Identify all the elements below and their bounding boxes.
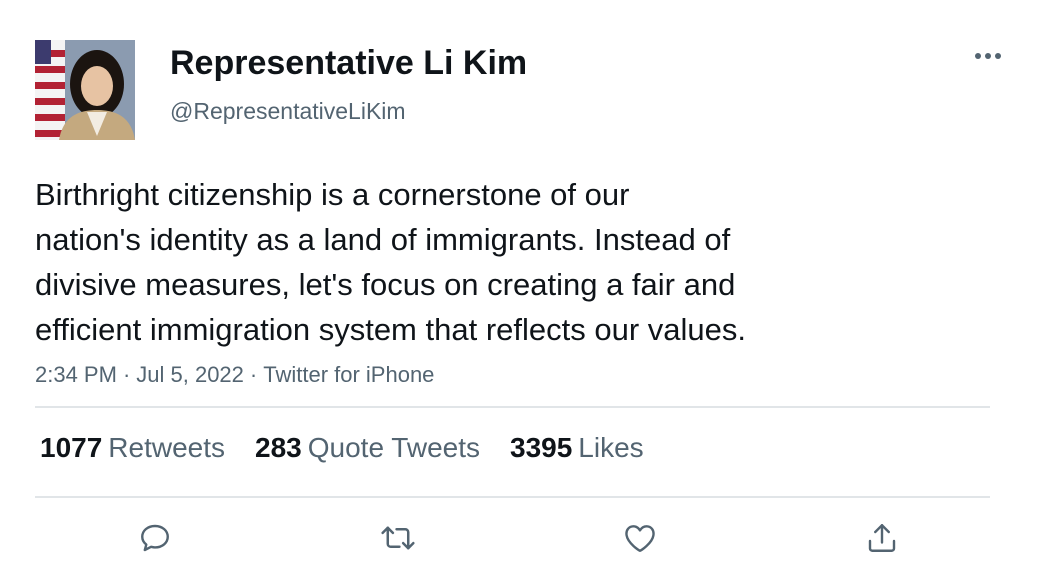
- tweet-date[interactable]: Jul 5, 2022: [136, 362, 244, 387]
- tweet-text-line: divisive measures, let's focus on creati…: [35, 267, 736, 302]
- meta-separator: ·: [249, 362, 258, 387]
- meta-separator: ·: [122, 362, 131, 387]
- tweet-time[interactable]: 2:34 PM: [35, 362, 117, 387]
- likes-count: 3395: [510, 432, 573, 463]
- avatar[interactable]: [35, 40, 135, 140]
- quote-tweets-count: 283: [255, 432, 302, 463]
- share-icon: [868, 524, 896, 552]
- quote-tweets-label: Quote Tweets: [307, 432, 480, 463]
- divider-bottom: [35, 496, 990, 498]
- author-handle[interactable]: @RepresentativeLiKim: [170, 98, 406, 125]
- more-options-button[interactable]: [968, 42, 1008, 70]
- tweet-text-line: Birthright citizenship is a cornerstone …: [35, 177, 630, 212]
- reply-bubble-icon: [141, 524, 169, 552]
- share-button[interactable]: [862, 518, 902, 558]
- reply-button[interactable]: [135, 518, 175, 558]
- retweets-label: Retweets: [108, 432, 226, 463]
- like-button[interactable]: [620, 518, 660, 558]
- engagement-stats: 1077 Retweets 283 Quote Tweets 3395 Likes: [40, 432, 644, 464]
- tweet-text-line: efficient immigration system that reflec…: [35, 312, 746, 347]
- tweet-text-line: nation's identity as a land of immigrant…: [35, 222, 731, 257]
- likes-stat[interactable]: 3395 Likes: [510, 432, 644, 464]
- tweet-text: Birthright citizenship is a cornerstone …: [35, 172, 995, 352]
- retweet-button[interactable]: [378, 518, 418, 558]
- tweet-metadata: 2:34 PM · Jul 5, 2022 · Twitter for iPhone: [35, 362, 434, 388]
- likes-label: Likes: [578, 432, 644, 463]
- retweets-count: 1077: [40, 432, 103, 463]
- divider-top: [35, 406, 990, 408]
- avatar-image: [35, 40, 135, 140]
- more-horizontal-icon: [975, 53, 1001, 59]
- tweet-source[interactable]: Twitter for iPhone: [263, 362, 434, 387]
- quote-tweets-stat[interactable]: 283 Quote Tweets: [255, 432, 480, 464]
- retweet-icon: [381, 526, 415, 550]
- author-display-name[interactable]: Representative Li Kim: [170, 44, 527, 83]
- retweets-stat[interactable]: 1077 Retweets: [40, 432, 225, 464]
- heart-icon: [625, 525, 655, 552]
